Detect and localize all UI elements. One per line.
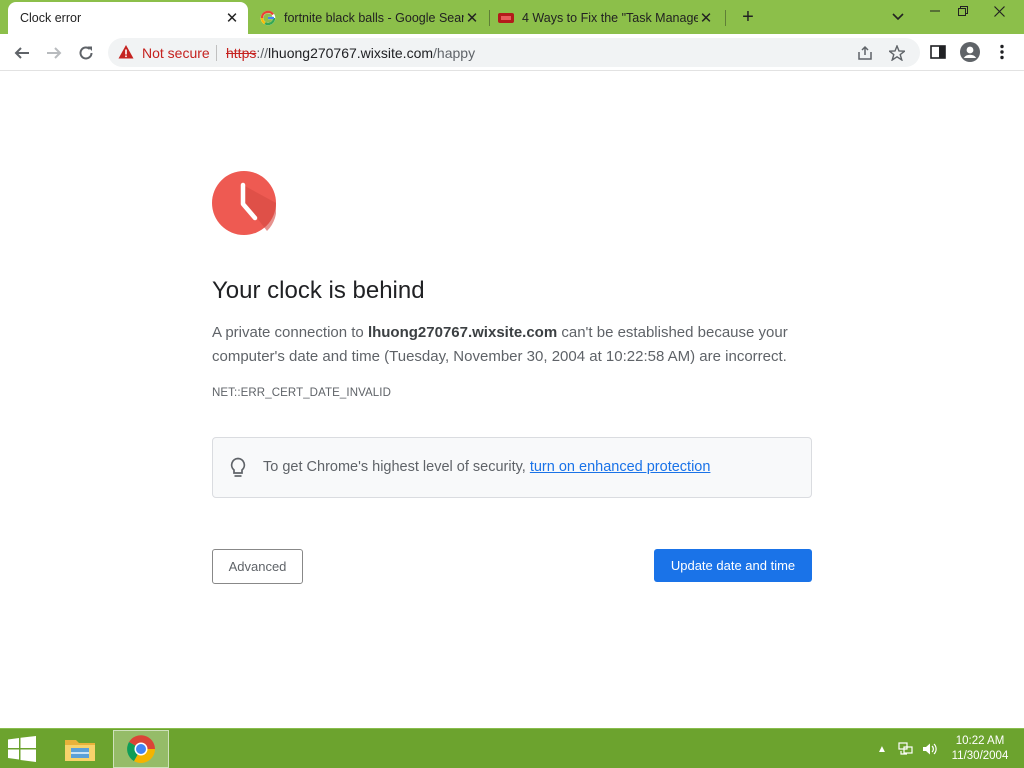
- share-icon[interactable]: [856, 44, 874, 62]
- desc-prefix: A private connection to: [212, 324, 368, 341]
- advanced-button[interactable]: Advanced: [212, 549, 303, 584]
- bookmark-star-icon[interactable]: [888, 44, 906, 62]
- enhanced-protection-text: To get Chrome's highest level of securit…: [263, 459, 710, 475]
- clock-time: 10:22 AM: [955, 735, 1005, 747]
- tab-title: fortnite black balls - Google Search: [284, 11, 464, 25]
- window-close-icon[interactable]: [984, 0, 1014, 22]
- error-description: A private connection to lhuong270767.wix…: [212, 321, 812, 369]
- close-tab-icon[interactable]: ✕: [224, 10, 240, 27]
- tab-title: 4 Ways to Fix the "Task Manager Has Been…: [522, 11, 698, 25]
- new-tab-button[interactable]: +: [736, 6, 760, 28]
- file-explorer-icon[interactable]: [52, 730, 108, 768]
- back-arrow-icon[interactable]: [8, 39, 36, 67]
- close-tab-icon[interactable]: ✕: [698, 10, 714, 27]
- restore-icon[interactable]: [948, 0, 978, 22]
- tab-separator: [725, 10, 726, 26]
- windows-start-icon[interactable]: [8, 736, 38, 762]
- site-favicon-icon: [498, 10, 514, 26]
- volume-speaker-icon[interactable]: [922, 741, 938, 757]
- tab-strip: Clock error ✕ fortnite black balls - Goo…: [0, 0, 1024, 34]
- network-icon[interactable]: [898, 741, 914, 757]
- reload-icon[interactable]: [72, 39, 100, 67]
- enhanced-text-label: To get Chrome's highest level of securit…: [263, 459, 530, 475]
- url-host: lhuong270767.wixsite.com: [268, 45, 434, 61]
- tray-chevron-up-icon[interactable]: ▲: [874, 741, 890, 757]
- side-panel-icon[interactable]: [928, 42, 948, 62]
- browser-toolbar: Not secure https://lhuong270767.wixsite.…: [0, 34, 1024, 71]
- kebab-menu-icon[interactable]: [992, 42, 1012, 62]
- tab-google-search[interactable]: fortnite black balls - Google Search ✕: [250, 2, 488, 34]
- tab-task-manager-article[interactable]: 4 Ways to Fix the "Task Manager Has Been…: [490, 2, 722, 34]
- system-clock[interactable]: 10:22 AM 11/30/2004: [944, 734, 1016, 764]
- chrome-taskbar-icon[interactable]: [113, 730, 169, 768]
- tab-search-chevron-icon[interactable]: [888, 8, 908, 26]
- address-bar[interactable]: Not secure https://lhuong270767.wixsite.…: [108, 38, 920, 67]
- google-g-icon: [260, 10, 276, 26]
- clock-error-icon: [212, 171, 277, 235]
- error-code[interactable]: NET::ERR_CERT_DATE_INVALID: [212, 387, 391, 399]
- error-page: Your clock is behind A private connectio…: [0, 71, 1024, 728]
- close-tab-icon[interactable]: ✕: [464, 10, 480, 27]
- lightbulb-icon: [229, 457, 247, 479]
- update-date-time-button[interactable]: Update date and time: [654, 549, 812, 582]
- windows-taskbar: ▲ 10:22 AM 11/30/2004: [0, 728, 1024, 768]
- page-title: Your clock is behind: [212, 277, 425, 304]
- url-scheme: https: [226, 45, 257, 61]
- minimize-icon[interactable]: [920, 0, 950, 22]
- omnibox-divider: [216, 45, 217, 61]
- warning-triangle-icon[interactable]: [118, 44, 134, 60]
- forward-arrow-icon[interactable]: [40, 39, 68, 67]
- clock-date: 11/30/2004: [951, 750, 1009, 762]
- enhanced-protection-promo: To get Chrome's highest level of securit…: [212, 437, 812, 498]
- tab-title: Clock error: [20, 11, 82, 25]
- url-path: /happy: [433, 45, 476, 61]
- url-text[interactable]: https://lhuong270767.wixsite.com/happy: [226, 45, 475, 61]
- desc-host: lhuong270767.wixsite.com: [367, 324, 558, 341]
- enhanced-protection-link[interactable]: turn on enhanced protection: [530, 459, 711, 475]
- profile-avatar-icon[interactable]: [960, 42, 980, 62]
- tab-clock-error[interactable]: Clock error ✕: [8, 2, 248, 34]
- not-secure-label[interactable]: Not secure: [142, 45, 210, 61]
